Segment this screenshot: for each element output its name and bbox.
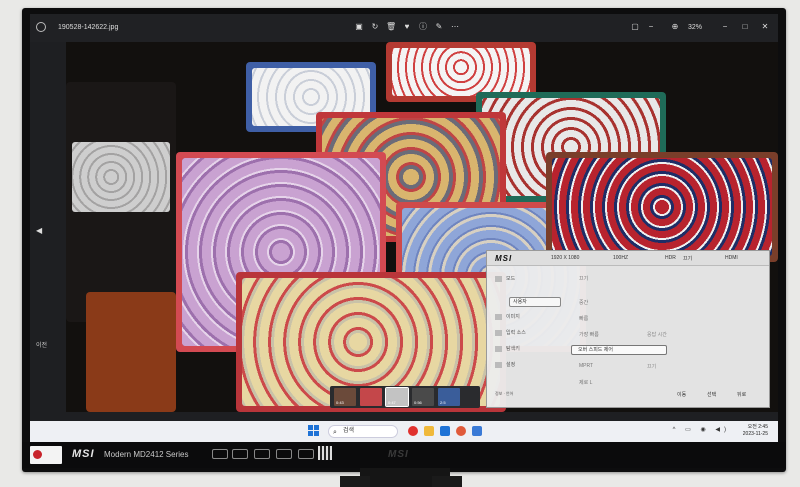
osd-option[interactable]: 중간 [579,299,588,306]
osd-status-input: HDMI [725,255,738,261]
certification-logo [298,449,314,459]
photo-viewer-topbar: 190528-142622.jpg ▣ ↻ 🗑 ♥ ⓘ ✎ ⋯ ▢ − ⊕ 32… [30,14,778,42]
search-label: 검색 [343,428,355,434]
center-msi-logo: MSI [388,449,409,460]
monitor-screen: 190528-142622.jpg ▣ ↻ 🗑 ♥ ⓘ ✎ ⋯ ▢ − ⊕ 32… [30,14,778,442]
osd-nav-move: 이동 [677,392,687,398]
search-icon: ⌕ [333,429,337,436]
bowls [552,158,772,256]
osd-nav-back: 뒤로 [737,392,747,398]
certification-logo [232,449,248,459]
edge-icon[interactable] [440,426,450,436]
osd-footer: 정보 · 언어 [495,391,514,396]
osd-status-hdr-value: 끄기 [683,256,693,262]
taskbar-search[interactable]: ⌕ 검색 [328,425,398,438]
input-icon [495,329,502,336]
chrome-icon[interactable] [456,426,466,436]
stand-foot [340,476,370,487]
certification-logo [276,449,292,459]
mode-icon [495,275,502,282]
file-name: 190528-142622.jpg [58,24,119,31]
filmstrip-thumb[interactable]: 2:5 [438,388,460,406]
osd-option[interactable]: 끄기 [579,275,588,282]
osd-left-item-selected[interactable]: 사용자 [509,297,561,307]
maximize-icon[interactable]: □ [740,22,750,32]
bowls [72,142,170,212]
osd-option[interactable]: MPRT [579,363,593,369]
osd-option-selected[interactable]: 오버 스피드 제어 [571,345,667,355]
zoom-level: 32% [688,24,703,31]
zoom-out-icon[interactable]: − [646,22,656,32]
favorite-icon[interactable]: ♥ [402,22,412,32]
filmstrip: 0:43 0:47 0:56 2:5 [330,386,480,408]
photos-taskbar-icon[interactable] [472,426,482,436]
zoom-in-icon[interactable]: ⊕ [670,22,680,32]
filmstrip-thumb[interactable]: 0:56 [412,388,434,406]
compare-icon[interactable]: ▢ [630,22,640,32]
minimize-icon[interactable]: − [720,22,730,32]
filmstrip-thumb[interactable] [360,388,382,406]
certification-logo [212,449,228,459]
osd-left-item[interactable]: 설정 [495,361,515,368]
basket [546,152,778,262]
more-icon[interactable]: ⋯ [450,22,460,32]
filmstrip-thumb-selected[interactable]: 0:47 [385,387,409,407]
series-name: Modern MD2412 Series [104,450,189,459]
photos-app-icon [36,22,46,32]
settings-icon [495,361,502,368]
delete-icon[interactable]: 🗑 [386,22,396,32]
windows-start-icon[interactable] [308,425,320,437]
filmstrip-thumb[interactable]: 0:43 [334,388,356,406]
osd-left-item[interactable]: 탐색키 [495,345,520,352]
osd-option[interactable]: 가장 빠름 [579,331,599,338]
info-icon[interactable]: ⓘ [418,22,428,32]
basket [66,82,176,322]
osd-option[interactable]: 제로 L [579,379,592,386]
osd-status-refresh: 100HZ [613,255,629,261]
osd-header: MSI 1920 X 1080 100HZ HDR 끄기 HDMI [487,251,769,266]
windows-taskbar: ⌕ 검색 ^ ▭ ◉ ◀) 오전 2:45 2023-11-25 [30,421,778,442]
image-icon [495,313,502,320]
edit-icon[interactable]: ✎ [434,22,444,32]
app-icon[interactable] [408,426,418,436]
navi-icon [495,345,502,352]
previous-arrow-icon[interactable]: ◀ [36,226,42,235]
award-sticker [30,446,62,464]
frame-icon[interactable]: ▣ [354,22,364,32]
osd-option[interactable]: 빠름 [579,315,588,322]
certification-logo [254,449,270,459]
osd-left-item[interactable]: 모드 [495,275,515,282]
taskbar-clock[interactable]: 오전 2:45 2023-11-25 [743,424,768,438]
system-tray[interactable]: ^ ▭ ◉ ◀) [673,426,730,433]
file-explorer-icon[interactable] [424,426,434,436]
osd-nav-select: 선택 [707,392,717,398]
monitor-osd-menu: MSI 1920 X 1080 100HZ HDR 끄기 HDMI 모드 사용자… [486,250,770,408]
stand-foot [432,476,462,487]
red-dot-logo [33,450,42,459]
osd-status-resolution: 1920 X 1080 [551,255,580,261]
qr-code [318,446,332,460]
rotate-icon[interactable]: ↻ [370,22,380,32]
osd-value: 응답 시간 [647,332,667,338]
previous-label[interactable]: 이전 [36,340,47,349]
osd-logo: MSI [495,254,513,263]
osd-value: 끄기 [647,364,657,370]
osd-left-item[interactable]: 이미지 [495,313,520,320]
close-icon[interactable]: ✕ [760,22,770,32]
osd-status-hdr: HDR [665,255,676,261]
bowls [392,48,530,96]
msi-brand-logo: MSI [72,448,95,460]
osd-left-item[interactable]: 입력 소스 [495,329,526,336]
wooden-crate [86,292,176,412]
